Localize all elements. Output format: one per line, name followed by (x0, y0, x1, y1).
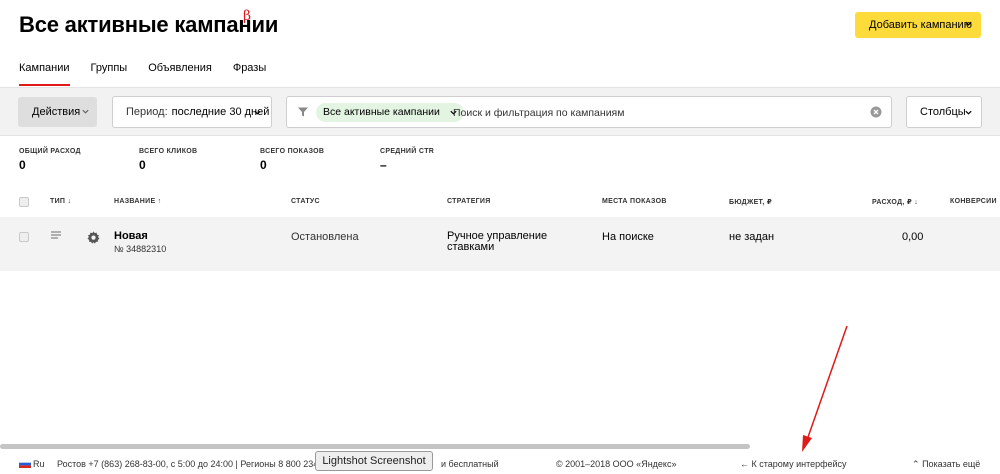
select-all-checkbox[interactable] (19, 197, 29, 207)
stat-label: ВСЕГО КЛИКОВ (139, 148, 198, 155)
footer-phones: Ростов +7 (863) 268-83-00, с 5:00 до 24:… (57, 459, 335, 469)
campaign-name-link[interactable]: Новая (114, 230, 166, 242)
footer: Ru Ростов +7 (863) 268-83-00, с 5:00 до … (0, 455, 1000, 474)
sort-up-icon: ↑ (157, 198, 162, 205)
language-switcher[interactable]: Ru (33, 459, 45, 469)
stat-average-ctr: СРЕДНИЙ CTR – (380, 148, 500, 172)
russia-flag-icon (19, 460, 31, 468)
filter-chip-label: Все активные кампании (323, 106, 440, 118)
column-header-budget[interactable]: БЮДЖЕТ, ₽ (729, 198, 772, 206)
campaign-status: Остановлена (291, 231, 359, 243)
column-header-type[interactable]: ТИП ↓ (50, 198, 71, 205)
columns-button[interactable]: Столбцы (906, 96, 982, 128)
sort-down-icon: ↓ (914, 199, 919, 206)
stat-value: – (380, 158, 387, 172)
tab-ads[interactable]: Объявления (148, 62, 212, 86)
stat-total-impressions: ВСЕГО ПОКАЗОВ 0 (260, 148, 380, 172)
column-header-status[interactable]: СТАТУС (291, 198, 320, 205)
tabs-bar: Кампании Группы Объявления Фразы (19, 62, 287, 86)
campaign-budget: не задан (729, 231, 775, 243)
column-header-spend[interactable]: РАСХОД, ₽ ↓ (872, 198, 918, 206)
columns-label: Столбцы (920, 106, 966, 118)
period-select[interactable]: Период: последние 30 дней (112, 96, 272, 128)
stat-total-spend: ОБЩИЙ РАСХОД 0 (19, 148, 139, 172)
stat-total-clicks: ВСЕГО КЛИКОВ 0 (139, 148, 259, 172)
chevron-down-icon (965, 21, 972, 26)
campaign-strategy: Ручное управление ставками (447, 230, 548, 253)
campaign-spend: 0,00 (902, 231, 924, 243)
page-title: Все активные кампании (19, 12, 279, 37)
chevron-down-icon (82, 109, 89, 114)
show-more-link[interactable]: ⌃ Показать ещё (912, 459, 980, 470)
table-row[interactable]: Новая № 34882310 Остановлена Ручное упра… (0, 217, 1000, 271)
column-header-conversions[interactable]: КОНВЕРСИИ (950, 198, 997, 205)
filter-box: Все активные кампании (286, 96, 892, 128)
footer-copyright: © 2001–2018 ООО «Яндекс» (556, 459, 677, 469)
column-header-places[interactable]: МЕСТА ПОКАЗОВ (602, 198, 667, 205)
period-label: Период: (126, 106, 168, 118)
arrow-left-icon: ← (740, 459, 749, 469)
sort-down-icon: ↓ (67, 198, 72, 205)
filter-icon[interactable] (297, 106, 309, 118)
clear-icon[interactable] (870, 106, 882, 118)
stat-value: 0 (139, 158, 146, 172)
gear-icon[interactable] (87, 231, 100, 244)
stat-label: ВСЕГО ПОКАЗОВ (260, 148, 325, 155)
footer-free: и бесплатный (441, 459, 499, 469)
stat-value: 0 (19, 158, 26, 172)
chevron-down-icon (254, 110, 261, 115)
annotation-arrow (802, 325, 848, 452)
toolbar: Действия Период: последние 30 дней Все а… (0, 87, 1000, 136)
campaign-name-cell: Новая № 34882310 (114, 230, 166, 254)
beta-badge: β (243, 8, 252, 24)
campaign-places: На поиске (602, 231, 654, 243)
stat-label: ОБЩИЙ РАСХОД (19, 148, 81, 155)
actions-button[interactable]: Действия (18, 97, 97, 127)
row-checkbox[interactable] (19, 232, 29, 242)
horizontal-scrollbar[interactable] (0, 444, 750, 449)
add-campaign-label: Добавить кампанию (869, 19, 972, 31)
old-interface-link[interactable]: ← К старому интерфейсу (740, 459, 847, 469)
tab-phrases[interactable]: Фразы (233, 62, 266, 86)
campaign-id: № 34882310 (114, 244, 167, 254)
column-header-name[interactable]: НАЗВАНИЕ ↑ (114, 198, 161, 205)
stat-value: 0 (260, 158, 267, 172)
chevron-down-icon (965, 110, 972, 115)
lightshot-tooltip: Lightshot Screenshot (315, 451, 433, 471)
filter-chip[interactable]: Все активные кампании (316, 103, 464, 122)
add-campaign-button[interactable]: Добавить кампанию (855, 12, 981, 38)
stat-label: СРЕДНИЙ CTR (380, 148, 435, 155)
tab-campaigns[interactable]: Кампании (19, 62, 70, 86)
double-chevron-up-icon: ⌃ (912, 459, 920, 469)
actions-label: Действия (32, 106, 81, 118)
search-input[interactable] (453, 103, 853, 122)
tab-groups[interactable]: Группы (91, 62, 128, 86)
text-campaign-icon (51, 231, 61, 239)
column-header-strategy[interactable]: СТРАТЕГИЯ (447, 198, 491, 205)
table-header: ТИП ↓ НАЗВАНИЕ ↑ СТАТУС СТРАТЕГИЯ МЕСТА … (0, 189, 1000, 215)
